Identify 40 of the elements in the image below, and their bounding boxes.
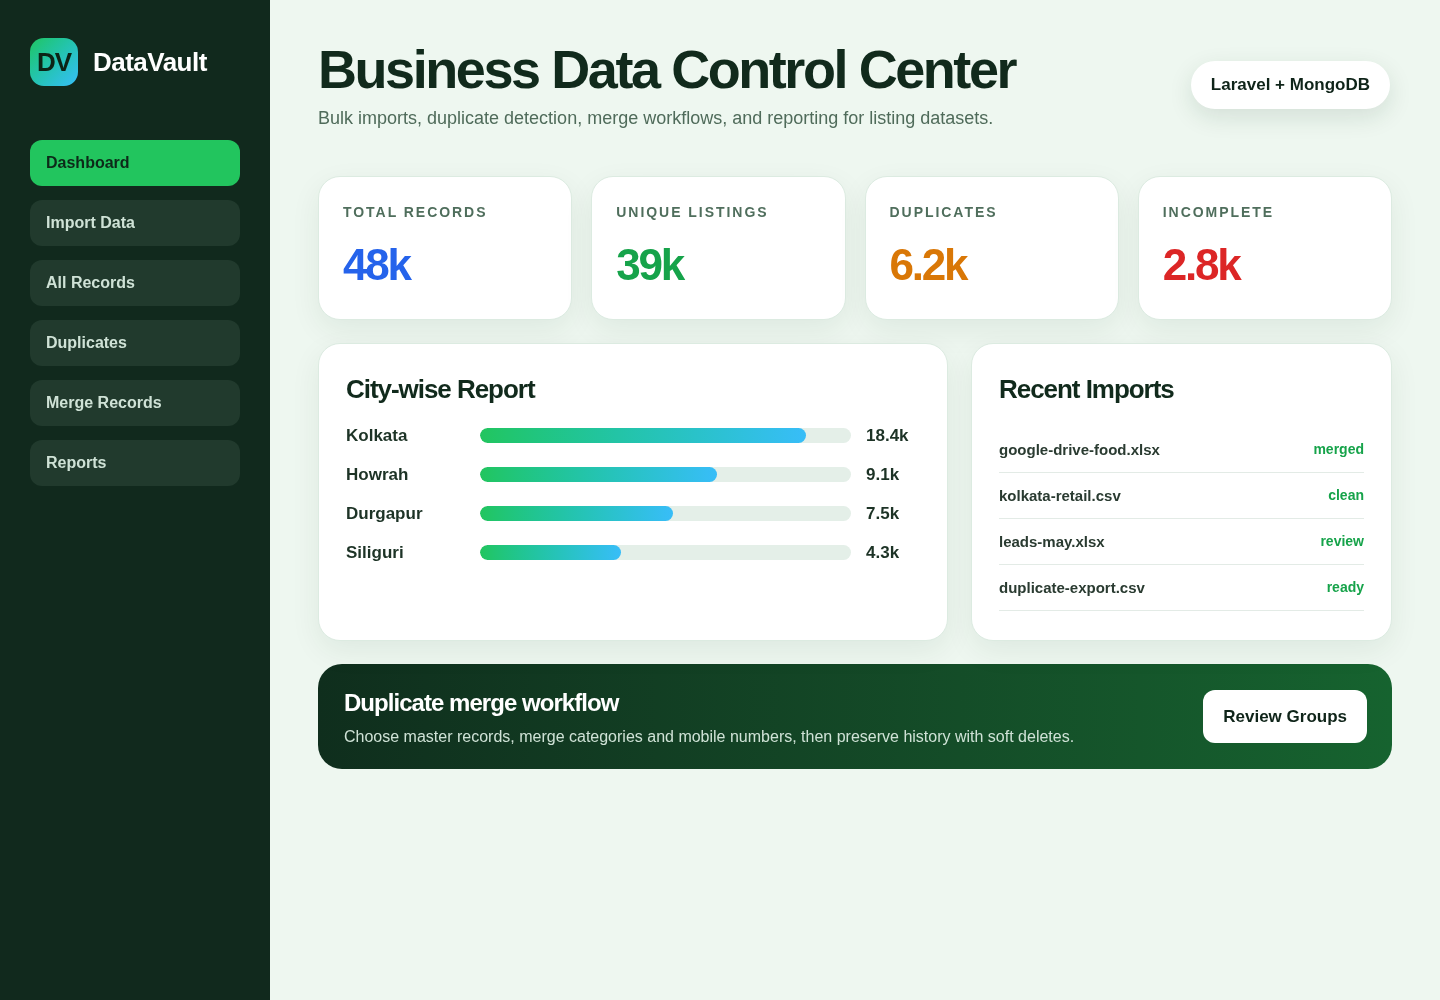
stat-value: 39k	[616, 243, 685, 288]
import-status: ready	[1326, 578, 1364, 598]
city-name: Siliguri	[346, 541, 405, 564]
sidebar-nav-item[interactable]: Duplicates	[30, 320, 240, 366]
card-title: City-wise Report	[346, 373, 537, 407]
city-count: 18.4k	[866, 424, 909, 447]
import-status: review	[1320, 532, 1364, 552]
city-name: Kolkata	[346, 424, 409, 447]
brand-name: DataVault	[93, 45, 207, 79]
city-name: Howrah	[346, 463, 410, 486]
stat-label: DUPLICATES	[889, 203, 999, 223]
import-status: merged	[1313, 440, 1364, 460]
import-file-name: duplicate-export.csv	[999, 577, 1145, 598]
city-name: Durgapur	[346, 502, 424, 525]
stat-label: TOTAL RECORDS	[343, 203, 489, 223]
tech-stack-badge: Laravel + MongoDB	[1190, 61, 1390, 109]
city-count: 4.3k	[866, 541, 900, 564]
sidebar-nav-item[interactable]: Dashboard	[30, 140, 240, 186]
sidebar-nav-item[interactable]: Import Data	[30, 200, 240, 246]
logo-mark: DV	[30, 38, 78, 86]
banner-title: Duplicate merge workflow	[344, 687, 620, 718]
stat-label: INCOMPLETE	[1162, 203, 1276, 223]
city-count: 9.1k	[866, 463, 900, 486]
page-subtitle: Bulk imports, duplicate detection, merge workflows, and reporting for listing datasets.	[318, 107, 995, 131]
stat-value: 6.2k	[889, 243, 969, 288]
card-title: Recent Imports	[999, 373, 1175, 407]
import-file-name: kolkata-retail.csv	[999, 485, 1121, 506]
import-status: clean	[1328, 486, 1364, 506]
page-title: Business Data Control Center	[318, 40, 1016, 100]
sidebar-nav-item[interactable]: All Records	[30, 260, 240, 306]
stat-value: 48k	[343, 243, 412, 288]
import-file-name: leads-may.xlsx	[999, 531, 1105, 552]
sidebar-nav-item[interactable]: Merge Records	[30, 380, 240, 426]
city-count: 7.5k	[866, 502, 900, 525]
sidebar-nav-item[interactable]: Reports	[30, 440, 240, 486]
import-file-name: google-drive-food.xlsx	[999, 439, 1160, 460]
banner-description: Choose master records, merge categories and mobile numbers, then preserve history with soft deletes.	[344, 726, 1075, 747]
stat-label: UNIQUE LISTINGS	[616, 203, 770, 223]
stat-value: 2.8k	[1162, 243, 1242, 288]
review-groups-button[interactable]: Review Groups	[1203, 690, 1367, 744]
